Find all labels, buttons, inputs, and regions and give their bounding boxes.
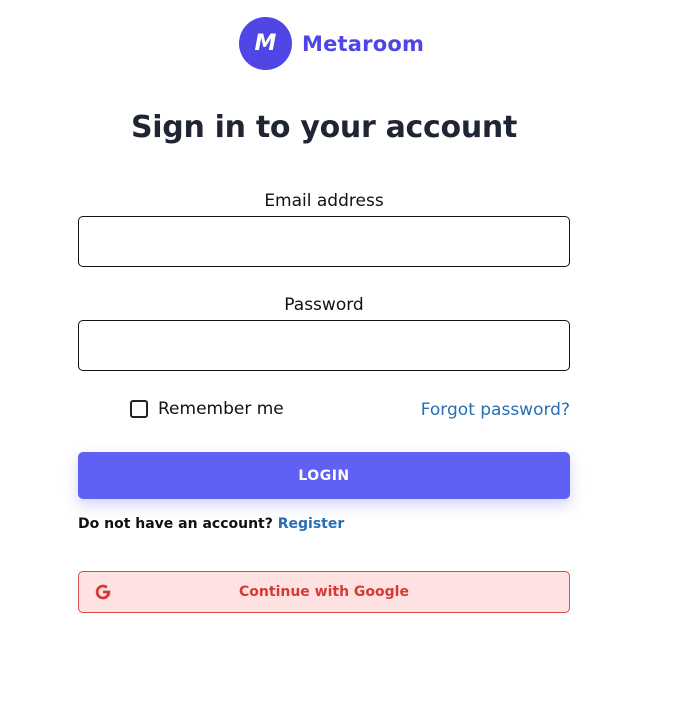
- google-signin-label: Continue with Google: [239, 584, 409, 600]
- password-label: Password: [284, 295, 364, 315]
- remember-me: Remember me: [130, 399, 284, 419]
- email-field[interactable]: [78, 216, 570, 267]
- register-link[interactable]: Register: [278, 516, 345, 532]
- brand-logo-letter: M: [254, 31, 277, 56]
- register-prompt: Do not have an account? Register: [78, 516, 344, 532]
- password-field[interactable]: [78, 320, 570, 371]
- brand-name: Metaroom: [302, 31, 425, 56]
- signin-page: M Metaroom Sign in to your account Email…: [0, 0, 690, 708]
- login-button[interactable]: LOGIN: [78, 452, 570, 499]
- page-title: Sign in to your account: [131, 110, 517, 145]
- brand-logo-icon: M: [239, 17, 292, 70]
- google-g-icon: [95, 584, 111, 600]
- email-label: Email address: [264, 191, 384, 211]
- remember-me-checkbox[interactable]: [130, 400, 148, 418]
- brand-header[interactable]: M Metaroom: [239, 17, 424, 70]
- remember-me-label[interactable]: Remember me: [158, 399, 284, 419]
- forgot-password-link[interactable]: Forgot password?: [421, 400, 570, 420]
- register-prompt-text: Do not have an account?: [78, 516, 273, 532]
- google-signin-button[interactable]: Continue with Google: [78, 571, 570, 613]
